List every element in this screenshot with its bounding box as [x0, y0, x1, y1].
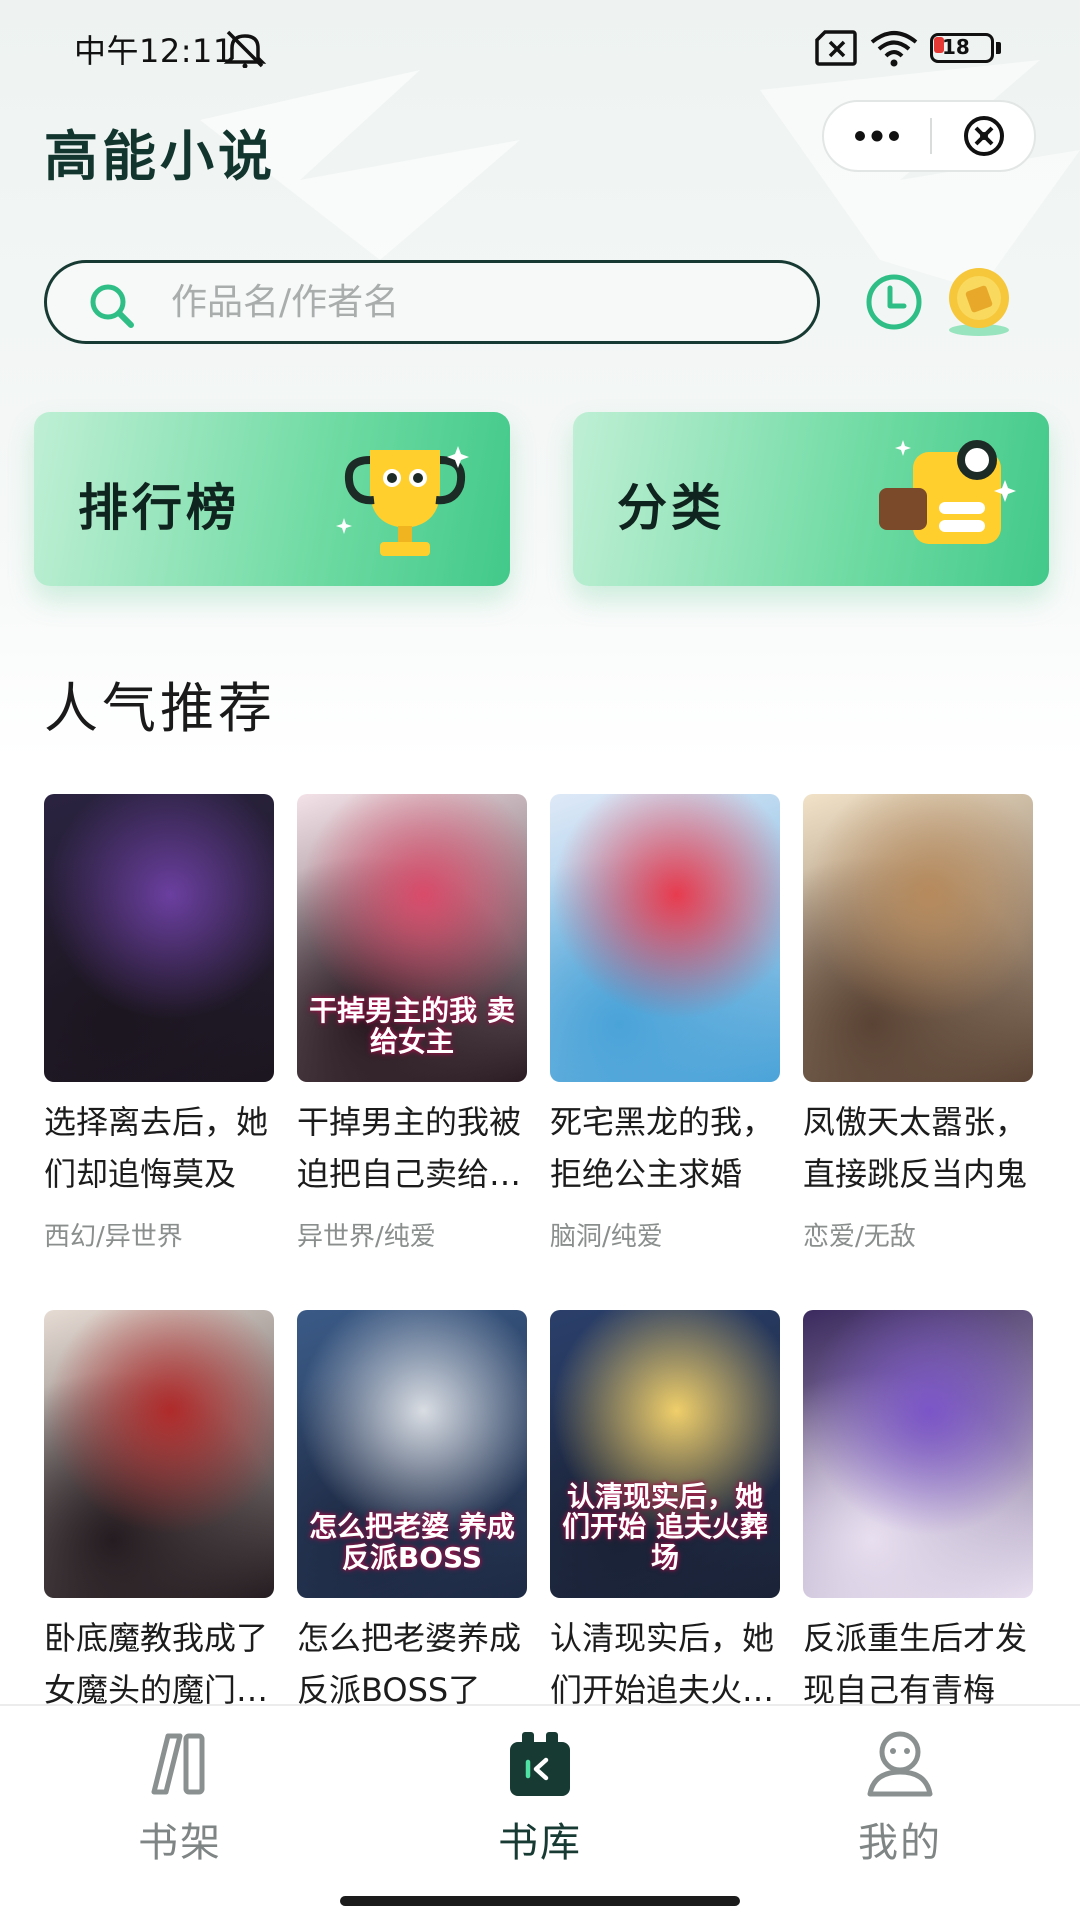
ranking-card[interactable]: 排行榜: [34, 412, 510, 586]
nav-item-bookshelf[interactable]: 书架: [70, 1728, 290, 1866]
nav-label-profile: 我的: [858, 1820, 942, 1866]
battery-percent: 18: [942, 35, 970, 59]
wifi-icon: [870, 31, 918, 67]
category-card[interactable]: 分类: [573, 412, 1049, 586]
book-title[interactable]: 干掉男主的我被迫把自己卖给…: [297, 1096, 551, 1200]
nav-label-bookshelf: 书架: [138, 1820, 222, 1866]
cover-title: 干掉男主的我 卖给女主: [309, 994, 515, 1059]
book-cover[interactable]: [44, 1310, 274, 1598]
search-bar[interactable]: [44, 260, 820, 344]
library-screen: 中午12:11 18 高能小说 作品名/作者名 排行榜 分类 人气推荐 选择离去…: [0, 0, 1080, 1920]
book-cover[interactable]: [550, 794, 780, 1082]
book-cover[interactable]: [803, 794, 1033, 1082]
library-icon: [510, 1732, 570, 1796]
bookshelf-icon: [151, 1733, 205, 1795]
mute-icon: [223, 30, 267, 68]
app-title: 高能小说: [44, 125, 276, 188]
battery-indicator: 18: [930, 33, 1002, 63]
book-title[interactable]: 反派重生后才发现自己有青梅: [803, 1612, 1057, 1704]
book-title[interactable]: 怎么把老婆养成反派BOSS了: [297, 1612, 551, 1704]
book-cover[interactable]: [44, 794, 274, 1082]
profile-icon: [867, 1731, 933, 1797]
book-title[interactable]: 认清现实后，她们开始追夫火…: [550, 1612, 804, 1704]
book-grid: 选择离去后，她们却追悔莫及 西幻/异世界 干掉男主的我 卖给女主 干掉男主的我被…: [44, 794, 1080, 1704]
book-title[interactable]: 凤傲天太嚣张，直接跳反当内鬼: [803, 1096, 1057, 1200]
status-bar: 中午12:11 18: [0, 0, 1080, 98]
book-cover[interactable]: 怎么把老婆 养成反派BOSS: [297, 1310, 527, 1598]
cover-title: 怎么把老婆 养成反派BOSS: [309, 1510, 515, 1575]
search-input[interactable]: [171, 277, 791, 327]
category-label: 分类: [617, 479, 725, 537]
close-button[interactable]: [932, 102, 1036, 170]
nav-item-profile[interactable]: 我的: [790, 1728, 1010, 1866]
close-icon: [964, 116, 1004, 156]
more-icon: [855, 130, 899, 142]
book-title[interactable]: 卧底魔教我成了女魔头的魔门…: [44, 1612, 298, 1704]
coin-icon[interactable]: [944, 266, 1014, 338]
book-cover[interactable]: 干掉男主的我 卖给女主: [297, 794, 527, 1082]
bottom-nav: 书架 书库 我的: [0, 1704, 1080, 1920]
search-icon: [90, 284, 134, 328]
sim-card-icon: [815, 30, 857, 66]
nav-label-library: 书库: [498, 1820, 582, 1866]
book-cover[interactable]: 认清现实后，她们开始 追夫火葬场: [550, 1310, 780, 1598]
home-indicator: [340, 1896, 740, 1906]
history-icon[interactable]: [864, 272, 924, 332]
nav-item-library[interactable]: 书库: [430, 1728, 650, 1866]
book-tags: 西幻/异世界: [44, 1222, 183, 1252]
more-button[interactable]: [824, 102, 930, 170]
section-title-popular: 人气推荐: [44, 677, 276, 740]
book-cover[interactable]: [803, 1310, 1033, 1598]
book-tags: 脑洞/纯爱: [550, 1222, 663, 1252]
ranking-label: 排行榜: [78, 479, 240, 537]
book-tags: 异世界/纯爱: [297, 1222, 436, 1252]
status-time: 中午12:11: [74, 32, 234, 70]
mini-program-capsule: [822, 100, 1036, 172]
category-icon: [879, 440, 1016, 544]
book-title[interactable]: 选择离去后，她们却追悔莫及: [44, 1096, 298, 1200]
book-title[interactable]: 死宅黑龙的我，拒绝公主求婚: [550, 1096, 804, 1200]
trophy-icon: [336, 446, 469, 556]
cover-title: 认清现实后，她们开始 追夫火葬场: [562, 1479, 768, 1575]
book-tags: 恋爱/无敌: [803, 1222, 916, 1252]
